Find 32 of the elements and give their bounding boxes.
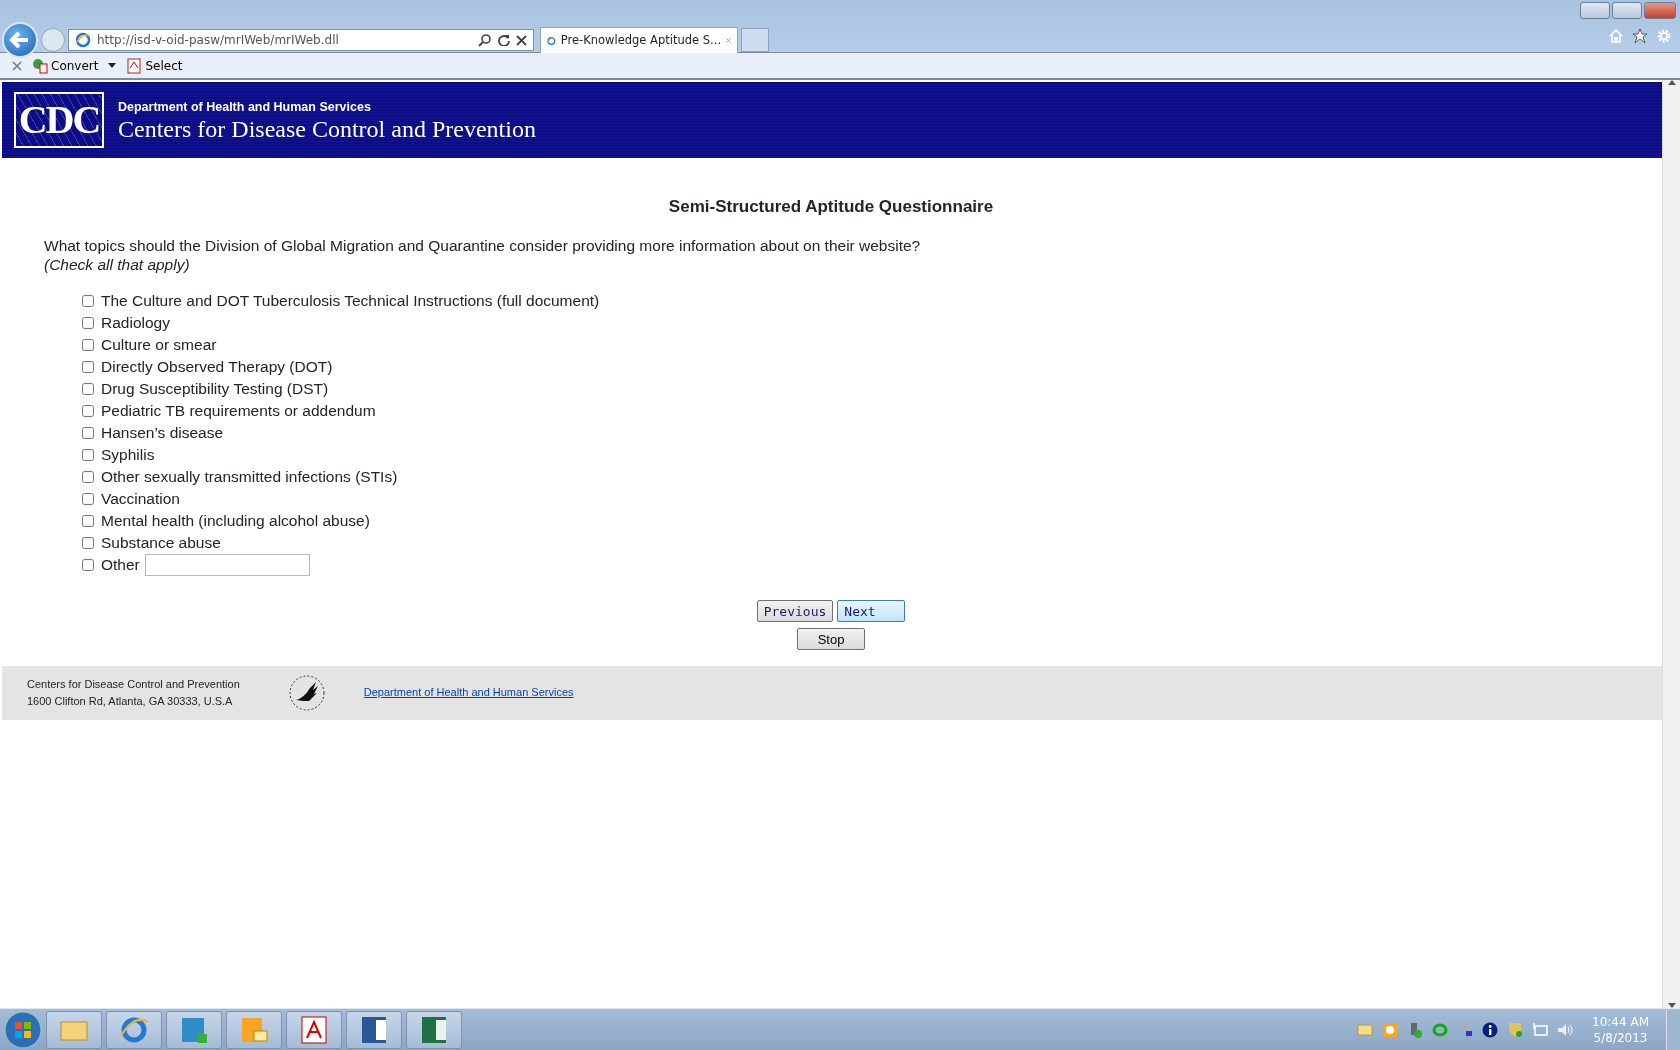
option-label: Culture or smear: [101, 335, 217, 356]
clock-date: 5/8/2013: [1592, 1029, 1649, 1046]
option-label: Substance abuse: [101, 533, 221, 554]
cdc-logo: CDC: [14, 92, 104, 148]
next-button[interactable]: Next: [837, 599, 906, 622]
instruction-text: (Check all that apply): [44, 254, 191, 274]
option-label: Pediatric TB requirements or addendum: [101, 401, 376, 422]
option-label: Mental health (including alcohol abuse): [101, 511, 370, 532]
previous-button[interactable]: Previous: [756, 599, 834, 622]
survey-title: Semi-Structured Aptitude Questionnaire: [667, 196, 995, 218]
toolbar-button[interactable]: Select: [124, 56, 185, 75]
option-label: Other sexually transmitted infections (STIs): [101, 467, 398, 488]
footer-address: 1600 Clifton Rd, Atlanta, GA 30333, U.S.A: [27, 693, 234, 709]
option-label: Directly Observed Therapy (DOT): [101, 357, 333, 378]
address-field[interactable]: http://isd-v-oid-pasw/mrIWeb/mrIWeb.dll: [68, 29, 534, 51]
footer-link[interactable]: Department of Health and Human Services: [363, 684, 574, 701]
option-label: Radiology: [101, 313, 170, 334]
footer-org: Centers for Disease Control and Prevention: [27, 676, 240, 692]
department-name: Department of Health and Human Services: [118, 98, 372, 116]
option-label: The Culture and DOT Tuberculosis Technical Instructions (full document): [101, 291, 600, 312]
option-label: Other: [101, 555, 140, 576]
browser-tab[interactable]: Pre-Knowledge Aptitude S...: [540, 27, 738, 53]
option-label: Vaccination: [101, 489, 180, 510]
option-label: Hansen’s disease: [101, 423, 224, 444]
agency-name: Centers for Disease Control and Prevention: [118, 116, 536, 143]
option-label: Syphilis: [101, 445, 155, 466]
stop-button[interactable]: Stop: [797, 627, 865, 650]
clock-time: 10:44 AM: [1592, 1013, 1649, 1030]
question-text: What topics should the Division of Global Migration and Quarantine consider providing more information about on their website?: [44, 235, 922, 255]
toolbar-button[interactable]: Convert: [30, 56, 101, 75]
option-label: Drug Susceptibility Testing (DST): [101, 379, 329, 400]
url-text: http://isd-v-oid-pasw/mrIWeb/mrIWeb.dll: [97, 32, 340, 49]
